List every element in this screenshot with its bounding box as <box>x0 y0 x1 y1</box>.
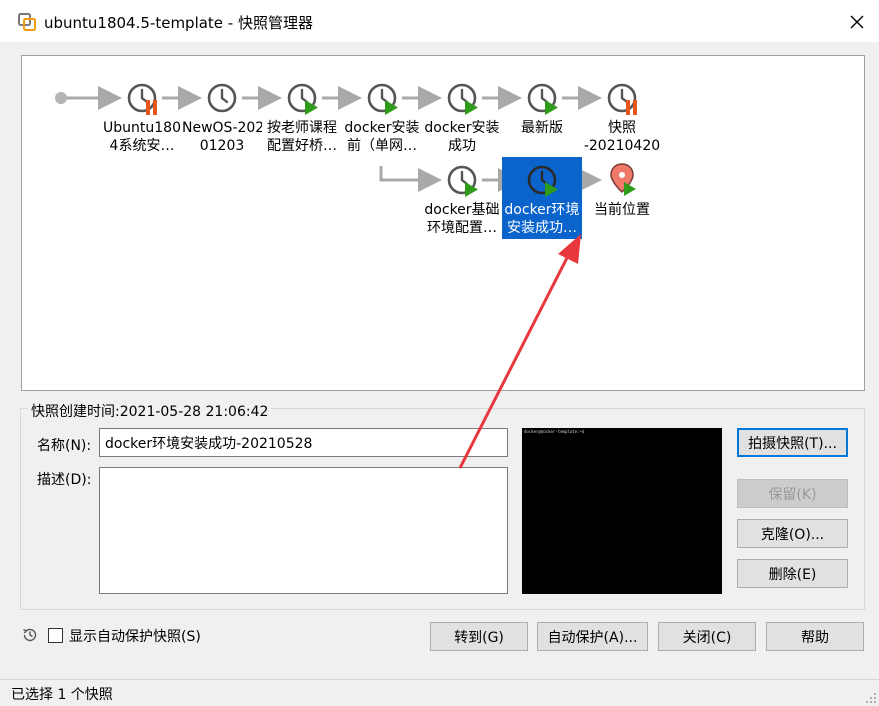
history-icon <box>23 628 37 642</box>
title-bar: ubuntu1804.5-template - 快照管理器 <box>0 0 879 42</box>
snapshot-tree-panel[interactable]: Ubuntu180 4系统安… NewOS-202 01203 按老师课程 配置… <box>21 55 865 391</box>
snapshot-node-before-docker[interactable]: docker安装 前（单网… <box>342 119 422 155</box>
resize-grip-icon[interactable] <box>865 692 877 704</box>
close-button[interactable] <box>843 8 871 36</box>
snapshot-clock-running-icon <box>287 83 318 115</box>
snapshot-clock-running-icon <box>447 83 478 115</box>
snapshot-clock-paused-icon <box>127 83 157 115</box>
delete-button[interactable]: 删除(E) <box>737 559 848 588</box>
snapshot-description-field[interactable] <box>99 467 508 594</box>
snapshot-node-docker-base-env[interactable]: docker基础 环境配置… <box>422 201 502 237</box>
snapshot-node-docker-installed[interactable]: docker安装 成功 <box>422 119 502 155</box>
keep-button[interactable]: 保留(K) <box>737 479 848 508</box>
thumbnail-console-text: docker@docker-template:~$ <box>524 429 585 434</box>
snapshot-node-docker-env-installed[interactable]: docker环境 安装成功… <box>502 201 582 237</box>
snapshot-clock-running-icon <box>367 83 398 115</box>
snapshot-node-ubuntu1804[interactable]: Ubuntu180 4系统安… <box>102 119 182 155</box>
goto-button[interactable]: 转到(G) <box>430 622 528 651</box>
close-icon <box>850 15 864 29</box>
help-button[interactable]: 帮助 <box>766 622 864 651</box>
window-title: ubuntu1804.5-template - 快照管理器 <box>44 14 313 32</box>
snapshot-thumbnail: docker@docker-template:~$ <box>522 428 722 594</box>
snapshot-node-latest[interactable]: 最新版 <box>502 119 582 137</box>
take-snapshot-button[interactable]: 拍摄快照(T)... <box>737 428 848 457</box>
selection-status: 已选择 1 个快照 <box>11 687 113 703</box>
snapshot-clock-running-icon <box>527 165 558 197</box>
snapshot-clock-running-icon <box>527 83 558 115</box>
snapshot-clock-paused-icon <box>607 83 637 115</box>
snapshot-tree-root-dot <box>55 92 67 104</box>
description-label: 描述(D): <box>37 472 92 488</box>
show-autoprotect-label[interactable]: 显示自动保护快照(S) <box>69 626 201 646</box>
show-autoprotect-checkbox[interactable] <box>48 628 63 643</box>
snapshot-node-20210420[interactable]: 快照 -20210420 <box>582 119 662 155</box>
close-dialog-button[interactable]: 关闭(C) <box>658 622 756 651</box>
status-bar: 已选择 1 个快照 <box>0 679 879 706</box>
snapshot-node-current-location[interactable]: 当前位置 <box>582 201 662 219</box>
snapshot-clock-icon <box>207 83 237 113</box>
clone-button[interactable]: 克隆(O)... <box>737 519 848 548</box>
snapshot-created-time: 快照创建时间:2021-05-28 21:06:42 <box>28 401 272 421</box>
vmware-workstation-icon <box>18 13 36 31</box>
snapshot-node-bridge-config[interactable]: 按老师课程 配置好桥… <box>262 119 342 155</box>
snapshot-clock-running-icon <box>447 165 478 197</box>
autoprotect-button[interactable]: 自动保护(A)... <box>537 622 648 651</box>
current-location-pin-icon <box>610 163 636 196</box>
snapshot-node-newos[interactable]: NewOS-202 01203 <box>182 119 262 155</box>
snapshot-name-field[interactable]: docker环境安装成功-20210528 <box>99 428 508 457</box>
name-label: 名称(N): <box>37 438 92 454</box>
